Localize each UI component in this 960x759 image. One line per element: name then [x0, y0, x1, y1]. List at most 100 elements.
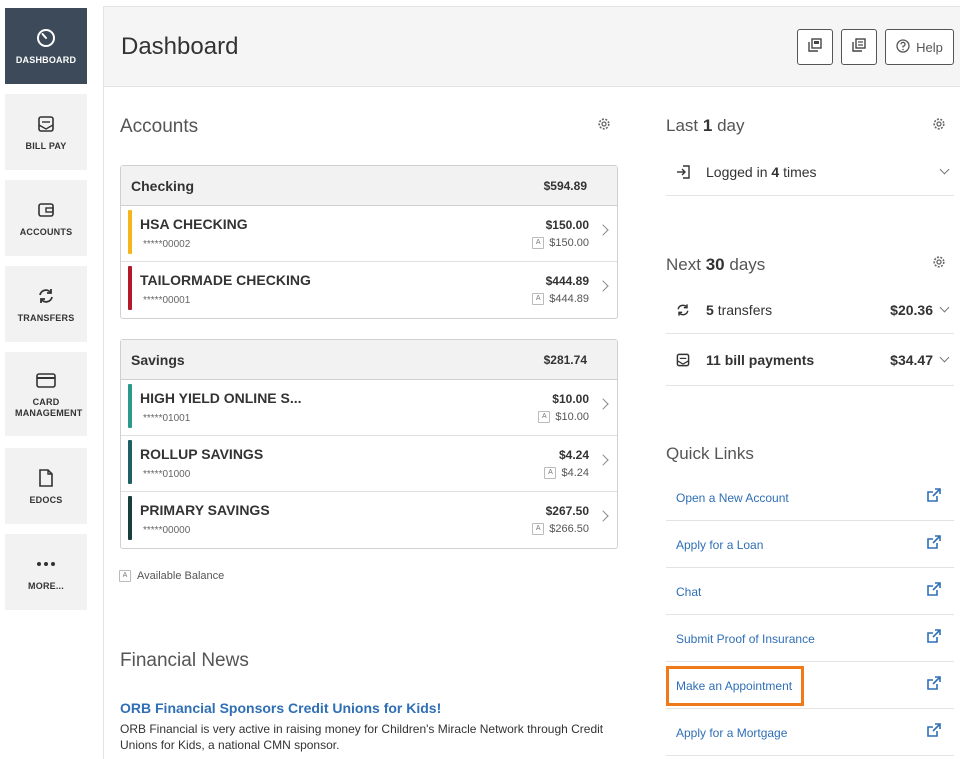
available-badge-icon: A [119, 570, 131, 582]
news-headline-link[interactable]: ORB Financial Sponsors Credit Unions for… [120, 700, 441, 716]
sidebar-item-accounts[interactable]: ACCOUNTS [5, 180, 87, 256]
available-badge-icon: A [532, 523, 545, 535]
bill-payments-row[interactable]: 11 bill payments $34.47 [666, 334, 954, 386]
group-total: $281.74 [543, 352, 587, 367]
account-name: HSA CHECKING [140, 216, 248, 232]
sidebar-item-label: BILL PAY [25, 140, 67, 151]
bill-payments-amount: $34.47 [890, 351, 933, 368]
chevron-right-icon [597, 398, 609, 410]
account-name: ROLLUP SAVINGS [140, 446, 264, 462]
account-balance: $10.00 [552, 392, 589, 406]
external-link-icon [926, 487, 942, 503]
quick-link-proof-of-insurance[interactable]: Submit Proof of Insurance [666, 615, 954, 662]
accounts-title: Accounts [120, 116, 199, 137]
account-number: *****00002 [143, 239, 191, 250]
account-row-tailormade-checking[interactable]: TAILORMADE CHECKING *****00001 $444.89 A… [121, 262, 617, 318]
sidebar-item-dashboard[interactable]: DASHBOARD [5, 8, 87, 84]
account-balance: $267.50 [545, 504, 589, 518]
quick-link-label: Chat [676, 585, 702, 599]
copy-view-button[interactable] [797, 29, 833, 65]
available-balance: A $444.89 [532, 293, 589, 305]
quick-link-apply-loan[interactable]: Apply for a Loan [666, 521, 954, 568]
sidebar-item-label: TRANSFERS [17, 312, 75, 323]
sidebar-item-transfers[interactable]: TRANSFERS [5, 266, 87, 342]
available-amount: $150.00 [549, 237, 589, 249]
bill-payments-text: 11 bill payments [706, 351, 815, 368]
transfer-arrows-icon [674, 301, 692, 319]
available-amount: $10.00 [555, 411, 589, 423]
account-name: HIGH YIELD ONLINE S... [140, 390, 302, 406]
login-suffix: times [783, 163, 817, 180]
available-balance-legend: A Available Balance [119, 570, 224, 582]
account-number: *****00001 [143, 295, 191, 306]
chevron-down-icon [939, 352, 950, 363]
dashboard-gauge-icon [35, 27, 57, 49]
accounts-settings-gear-icon[interactable] [597, 117, 611, 131]
quick-link-make-appointment[interactable]: Make an Appointment [666, 662, 954, 709]
list-view-button[interactable] [841, 29, 877, 65]
external-link-icon [926, 534, 942, 550]
copy-icon [807, 37, 823, 58]
chevron-right-icon [597, 280, 609, 292]
available-balance: A $150.00 [532, 237, 589, 249]
group-header: Checking $594.89 [121, 166, 617, 206]
page-title: Dashboard [121, 33, 239, 60]
available-balance: A $266.50 [532, 523, 589, 535]
news-body: ORB Financial is very active in raising … [120, 722, 604, 752]
bill-pay-icon [35, 113, 57, 135]
quick-link-chat[interactable]: Chat [666, 568, 954, 615]
account-balance: $4.24 [558, 448, 589, 462]
external-link-icon [926, 581, 942, 597]
account-row-primary-savings[interactable]: PRIMARY SAVINGS *****00000 $267.50 A $266… [121, 492, 617, 548]
last-day-title: Last 1 day [666, 116, 745, 136]
stacked-list-icon [851, 37, 867, 58]
account-name: PRIMARY SAVINGS [140, 502, 270, 518]
account-name: TAILORMADE CHECKING [140, 272, 311, 288]
next-days-suffix: days [729, 255, 766, 274]
available-amount: $444.89 [549, 293, 589, 305]
account-number: *****00000 [143, 525, 191, 536]
account-color-bar [128, 384, 132, 428]
available-badge-icon: A [532, 237, 545, 249]
quick-link-label: Make an Appointment [676, 679, 793, 693]
external-link-icon [926, 675, 942, 691]
quick-link-apply-mortgage[interactable]: Apply for a Mortgage [666, 709, 954, 756]
credit-card-icon [35, 369, 57, 391]
group-name: Checking [131, 177, 195, 194]
transfers-label: transfers [717, 301, 773, 318]
quick-link-label: Apply for a Loan [676, 538, 764, 552]
last-day-count: 1 [702, 116, 713, 135]
transfers-amount: $20.36 [890, 301, 933, 318]
wallet-icon [35, 199, 57, 221]
sidebar-item-edocs[interactable]: EDOCS [5, 448, 87, 524]
account-number: *****01001 [143, 413, 191, 424]
quick-link-open-account[interactable]: Open a New Account [666, 474, 954, 521]
sidebar-item-bill-pay[interactable]: BILL PAY [5, 94, 87, 170]
account-row-high-yield-online-savings[interactable]: HIGH YIELD ONLINE S... *****01001 $10.00… [121, 380, 617, 436]
account-color-bar [128, 266, 132, 310]
available-badge-icon: A [538, 411, 551, 423]
sidebar-item-more[interactable]: MORE... [5, 534, 87, 610]
group-name: Savings [131, 351, 185, 368]
quick-link-label: Submit Proof of Insurance [676, 632, 815, 646]
sidebar-item-label: EDOCS [29, 494, 63, 505]
logged-in-row[interactable]: Logged in 4 times [666, 148, 954, 196]
quick-links-title: Quick Links [666, 444, 754, 463]
chevron-down-icon [939, 302, 950, 313]
next-days-settings-gear-icon[interactable] [932, 255, 946, 269]
sidebar-item-label: MORE... [28, 580, 64, 591]
more-dots-icon [35, 553, 57, 575]
account-row-rollup-savings[interactable]: ROLLUP SAVINGS *****01000 $4.24 A $4.24 [121, 436, 617, 492]
available-amount: $266.50 [549, 523, 589, 535]
transfers-row[interactable]: 5 transfers $20.36 [666, 286, 954, 334]
last-day-settings-gear-icon[interactable] [932, 117, 946, 131]
chevron-down-icon [939, 164, 950, 175]
group-total: $594.89 [543, 178, 587, 193]
sidebar-item-card-management[interactable]: CARD MANAGEMENT [5, 352, 87, 436]
next-days-prefix: Next [666, 255, 701, 274]
account-row-hsa-checking[interactable]: HSA CHECKING *****00002 $150.00 A $150.00 [121, 206, 617, 262]
login-count: 4 [771, 163, 780, 180]
help-label: Help [916, 39, 943, 55]
help-button[interactable]: Help [885, 29, 954, 65]
quick-link-label: Open a New Account [676, 491, 789, 505]
